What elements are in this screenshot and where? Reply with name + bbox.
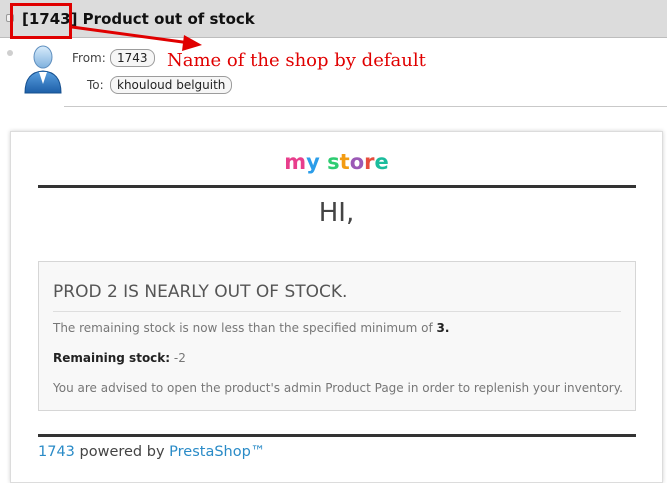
remaining-stock-row: Remaining stock: -2: [53, 351, 186, 365]
logo-letter: o: [349, 150, 365, 174]
shop-link[interactable]: 1743: [38, 444, 75, 460]
stock-alert-box: PROD 2 IS NEARLY OUT OF STOCK. The remai…: [38, 261, 636, 411]
to-label: To:: [87, 78, 104, 92]
logo-letter: s: [327, 150, 340, 174]
remaining-stock-text: The remaining stock is now less than the…: [53, 321, 450, 335]
logo-letter: y: [306, 150, 320, 174]
alert-title: PROD 2 IS NEARLY OUT OF STOCK.: [53, 282, 348, 302]
email-body-card: my store HI, PROD 2 IS NEARLY OUT OF STO…: [10, 131, 663, 483]
to-address-pill[interactable]: khouloud belguith: [110, 76, 233, 94]
prestashop-link[interactable]: PrestaShop™: [169, 444, 265, 460]
remaining-stock-value: -2: [173, 351, 186, 365]
logo-letter: r: [364, 150, 375, 174]
alert-divider: [53, 311, 621, 312]
email-footer: 1743 powered by PrestaShop™: [38, 444, 265, 460]
remaining-stock-label: Remaining stock:: [53, 351, 171, 365]
greeting-heading: HI,: [318, 198, 355, 228]
annotation-text: Name of the shop by default: [167, 50, 426, 71]
from-address-pill[interactable]: 1743: [110, 49, 155, 67]
advice-text: You are advised to open the product's ad…: [53, 381, 623, 395]
minimum-value: 3.: [436, 321, 450, 335]
top-rule: [38, 185, 636, 188]
store-logo: my store: [11, 150, 662, 174]
from-label: From:: [72, 51, 106, 65]
logo-letter: t: [339, 150, 350, 174]
bottom-rule: [38, 434, 636, 437]
powered-by-text: powered by: [79, 444, 165, 460]
header-divider: [64, 106, 667, 107]
logo-letter: e: [374, 150, 389, 174]
user-avatar-icon: [24, 45, 62, 94]
logo-letter: m: [284, 150, 307, 174]
status-dot-icon: [7, 50, 13, 56]
